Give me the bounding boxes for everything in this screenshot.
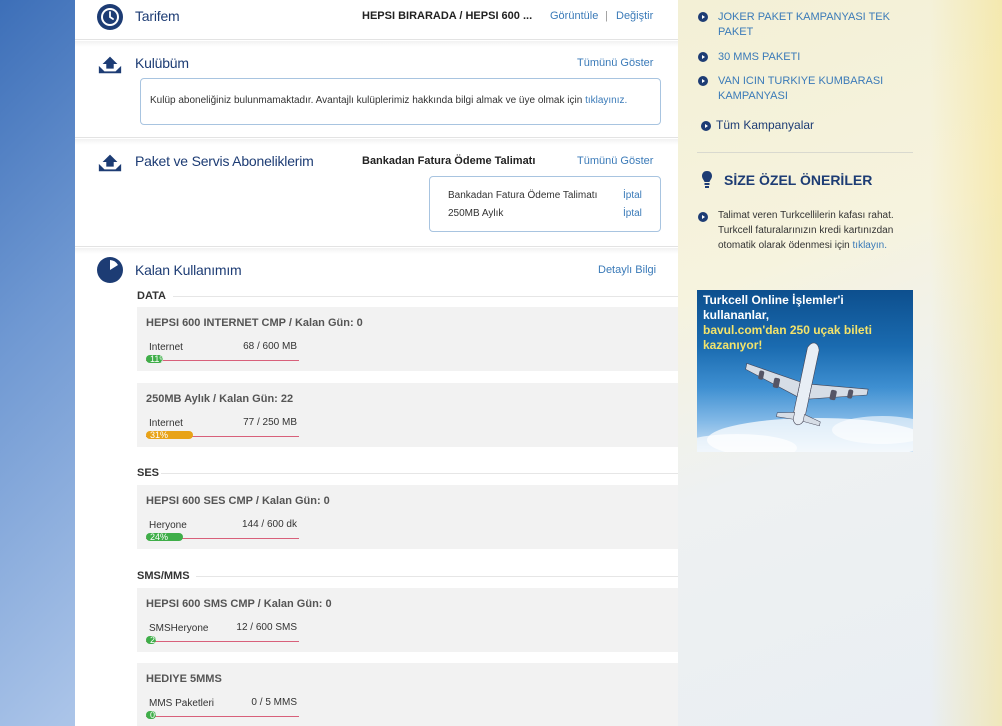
link-separator: | — [605, 10, 608, 22]
usage-progress-fill: 11% — [146, 355, 163, 363]
usage-card-title: HEPSI 600 SES CMP / Kalan Gün: 0 — [146, 495, 330, 507]
bullet-arrow-icon — [698, 12, 708, 22]
bullet-arrow-icon — [701, 121, 711, 131]
tariff-title: Tarifem — [135, 8, 180, 24]
category-label: SES — [137, 467, 160, 479]
usage-card-title: HEPSI 600 SMS CMP / Kalan Gün: 0 — [146, 598, 332, 610]
usage-progress-bar: 0% — [146, 711, 299, 719]
campaign-link[interactable]: VAN ICIN TURKIYE KUMBARASI KAMPANYASI — [718, 74, 898, 104]
category-divider — [173, 296, 678, 297]
club-message: Kulüp aboneliğiniz bulunmamaktadır. Avan… — [150, 95, 583, 106]
usage-amount: 0 / 5 MMS — [251, 697, 297, 708]
tariff-plan-name: HEPSI BIRARADA / HEPSI 600 ... — [362, 10, 533, 22]
tariff-section: Tarifem HEPSI BIRARADA / HEPSI 600 ... G… — [75, 0, 678, 40]
category-divider — [196, 576, 678, 577]
right-divider — [697, 152, 913, 153]
club-show-all-link[interactable]: Tümünü Göster — [577, 57, 653, 69]
usage-card: HEPSI 600 SES CMP / Kalan Gün: 0 Heryone… — [137, 485, 678, 549]
usage-progress-bar: 2% — [146, 636, 299, 644]
usage-card-title: 250MB Aylık / Kalan Gün: 22 — [146, 393, 294, 405]
usage-detail-link[interactable]: Detaylı Bilgi — [598, 264, 656, 276]
promo-banner[interactable]: Turkcell Online İşlemler'i kullananlar, … — [697, 290, 913, 452]
subscriptions-box: Bankadan Fatura Ödeme Talimatı İptal 250… — [429, 176, 661, 232]
all-campaigns-link[interactable]: Tüm Kampanyalar — [716, 118, 814, 133]
usage-amount: 144 / 600 dk — [241, 519, 297, 530]
suggestions-title: SİZE ÖZEL ÖNERİLER — [724, 172, 873, 188]
usage-progress-fill: 31% — [146, 431, 193, 439]
bullet-arrow-icon — [698, 212, 708, 222]
usage-section: Kalan Kullanımım Detaylı Bilgi DATA HEPS… — [75, 254, 678, 726]
cancel-subscription-link[interactable]: İptal — [623, 190, 642, 201]
usage-card-title: HEDIYE 5MMS — [146, 673, 222, 685]
usage-progress-bar: 31% — [146, 431, 299, 439]
subscriptions-highlight: Bankadan Fatura Ödeme Talimatı — [362, 155, 536, 167]
main-content: Tarifem HEPSI BIRARADA / HEPSI 600 ... G… — [75, 0, 678, 726]
club-info-link[interactable]: tıklayınız. — [585, 95, 627, 106]
subscriptions-section: Paket ve Servis Aboneliklerim Bankadan F… — [75, 145, 678, 247]
campaign-link[interactable]: 30 MMS PAKETI — [718, 50, 898, 65]
usage-card: HEDIYE 5MMS MMS Paketleri 0 / 5 MMS 0% — [137, 663, 678, 726]
campaign-link[interactable]: JOKER PAKET KAMPANYASI TEK PAKET — [718, 10, 898, 40]
usage-card: HEPSI 600 INTERNET CMP / Kalan Gün: 0 In… — [137, 307, 678, 371]
cancel-subscription-link[interactable]: İptal — [623, 208, 642, 219]
subscription-item-name: Bankadan Fatura Ödeme Talimatı — [448, 190, 598, 201]
usage-card: 250MB Aylık / Kalan Gün: 22 Internet 77 … — [137, 383, 678, 447]
subscriptions-show-all-link[interactable]: Tümünü Göster — [577, 155, 653, 167]
bullet-arrow-icon — [698, 52, 708, 62]
club-section: Kulübüm Tümünü Göster Kulüp aboneliğiniz… — [75, 47, 678, 138]
usage-progress-bar: 11% — [146, 355, 299, 363]
lightbulb-icon — [701, 170, 713, 193]
club-icon — [97, 51, 123, 77]
club-title: Kulübüm — [135, 55, 189, 71]
usage-amount: 77 / 250 MB — [243, 417, 297, 428]
bullet-arrow-icon — [698, 76, 708, 86]
change-tariff-link[interactable]: Değiştir — [616, 10, 653, 22]
suggestion-text-block: Talimat veren Turkcellilerin kafası raha… — [718, 208, 914, 253]
usage-progress-bar: 24% — [146, 533, 299, 541]
club-message-box: Kulüp aboneliğiniz bulunmamaktadır. Avan… — [140, 78, 661, 125]
package-icon — [97, 149, 123, 175]
category-divider — [161, 473, 678, 474]
usage-progress-fill: 0% — [146, 711, 156, 719]
category-label: DATA — [137, 290, 166, 302]
airplane-illustration — [697, 342, 913, 452]
category-label: SMS/MMS — [137, 570, 190, 582]
usage-card-title: HEPSI 600 INTERNET CMP / Kalan Gün: 0 — [146, 317, 363, 329]
view-tariff-link[interactable]: Görüntüle — [550, 10, 598, 22]
usage-card: HEPSI 600 SMS CMP / Kalan Gün: 0 SMSHery… — [137, 588, 678, 652]
subscriptions-title: Paket ve Servis Aboneliklerim — [135, 153, 314, 169]
usage-amount: 68 / 600 MB — [243, 341, 297, 352]
suggestion-link[interactable]: tıklayın. — [853, 240, 887, 251]
usage-title: Kalan Kullanımım — [135, 262, 242, 278]
subscription-item-name: 250MB Aylık — [448, 208, 504, 219]
usage-progress-fill: 24% — [146, 533, 183, 541]
pie-clock-icon — [97, 257, 123, 283]
usage-amount: 12 / 600 SMS — [236, 622, 297, 633]
usage-progress-fill: 2% — [146, 636, 156, 644]
decorative-edge — [930, 0, 1002, 726]
clock-icon — [97, 4, 123, 30]
